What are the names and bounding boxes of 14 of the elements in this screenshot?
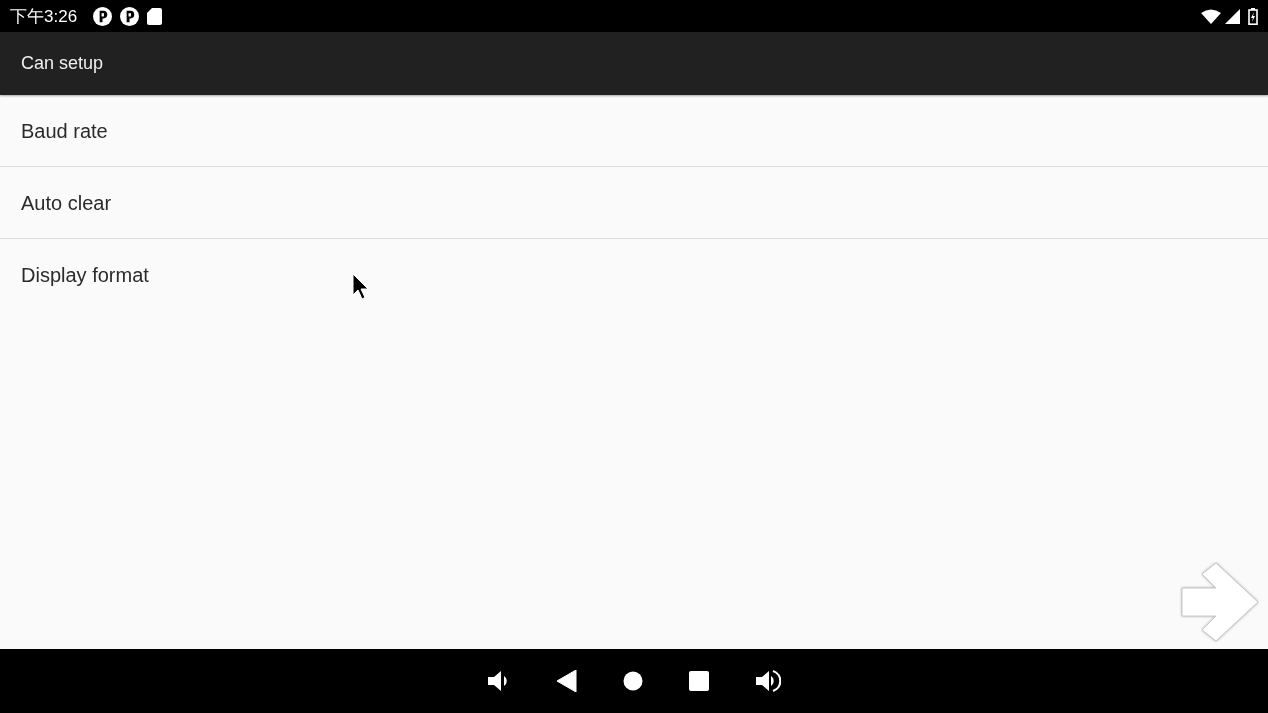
signal-icon [1225, 8, 1240, 24]
home-icon[interactable] [623, 671, 643, 691]
wifi-icon [1201, 8, 1221, 24]
sd-card-icon [147, 7, 163, 25]
status-time: 下午3:26 [10, 7, 78, 25]
battery-charging-icon [1248, 7, 1258, 25]
settings-item[interactable]: Baud rate [0, 95, 1268, 166]
volume-up-icon[interactable] [755, 669, 781, 693]
app-bar-title: Can setup [21, 52, 104, 75]
mouse-pointer-icon [352, 273, 370, 301]
back-icon[interactable] [557, 670, 577, 692]
notification-icon [120, 6, 140, 26]
settings-item[interactable]: Auto clear [0, 166, 1268, 238]
notification-icon [93, 6, 113, 26]
